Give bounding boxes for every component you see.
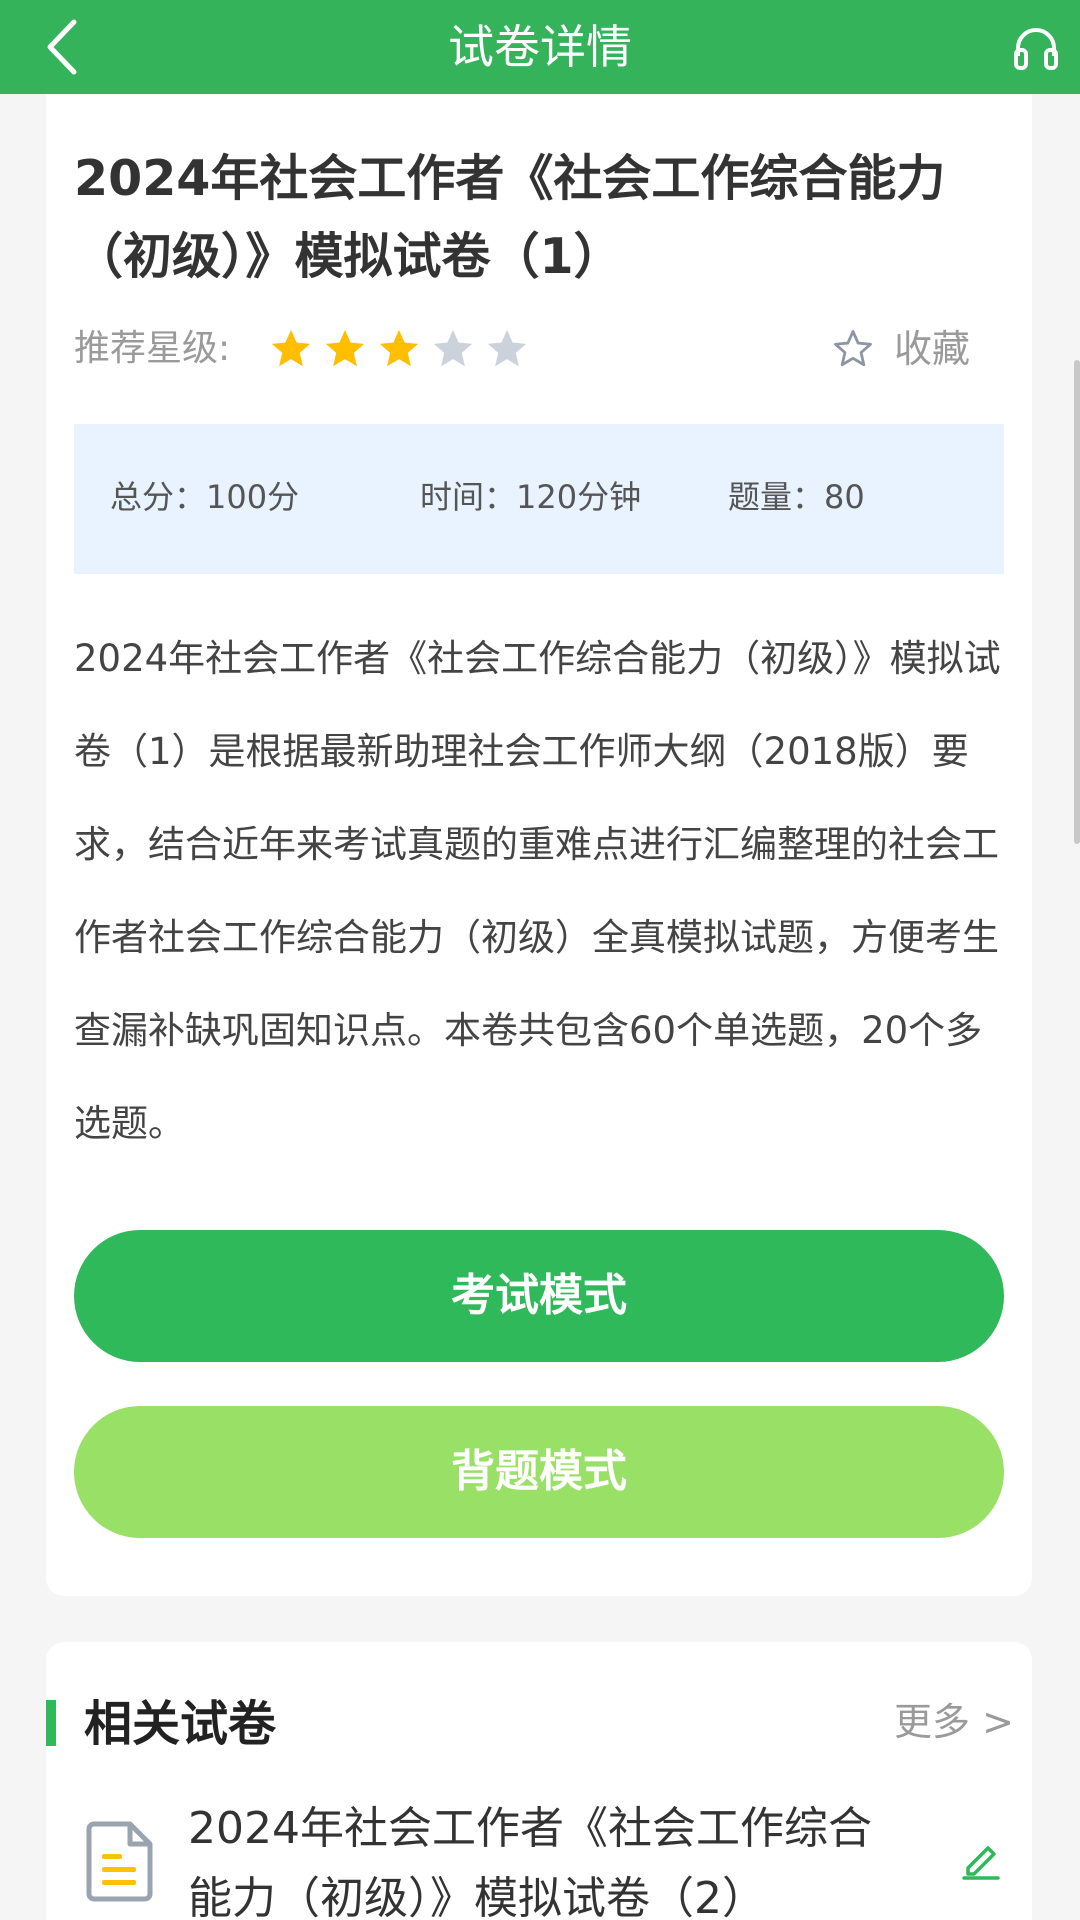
- exam-time: 时间：120分钟: [420, 478, 642, 516]
- paper-title: 2024年社会工作者《社会工作综合能力（初级）》模拟试卷（1）: [74, 150, 946, 285]
- question-count: 题量：80: [728, 478, 865, 516]
- star-icon: [487, 329, 527, 367]
- exam-mode-button[interactable]: 考试模式: [74, 1230, 1004, 1362]
- study-mode-button[interactable]: 背题模式: [74, 1406, 1004, 1538]
- collect-label: 收藏: [894, 327, 971, 371]
- page-title: 试卷详情: [448, 20, 632, 74]
- star-icon: [433, 329, 473, 367]
- app-header: 试卷详情: [0, 0, 1080, 94]
- collect-star-icon: [834, 330, 872, 367]
- edit-pencil-icon[interactable]: [960, 1838, 1002, 1880]
- rating-row: 推荐星级: 收藏: [74, 324, 1004, 374]
- document-icon: [86, 1821, 153, 1902]
- related-section-title: 相关试卷: [84, 1696, 277, 1752]
- paper-info-box: 总分：100分 时间：120分钟 题量：80: [74, 424, 1004, 574]
- star-icon: [271, 329, 311, 367]
- total-score: 总分：100分: [110, 478, 300, 516]
- paper-description: 2024年社会工作者《社会工作综合能力（初级）》模拟试卷（1）是根据最新助理社会…: [74, 637, 1001, 1145]
- star-icon: [379, 329, 419, 367]
- related-paper-title: 2024年社会工作者《社会工作综合能力（初级）》模拟试卷（2）: [188, 1803, 872, 1920]
- section-accent-bar: [46, 1700, 56, 1746]
- more-link[interactable]: 更多 >: [894, 1694, 1014, 1750]
- headset-icon[interactable]: [1012, 24, 1060, 70]
- rating-label: 推荐星级:: [74, 328, 231, 369]
- scrollbar[interactable]: [1074, 360, 1080, 844]
- star-icon: [325, 329, 365, 367]
